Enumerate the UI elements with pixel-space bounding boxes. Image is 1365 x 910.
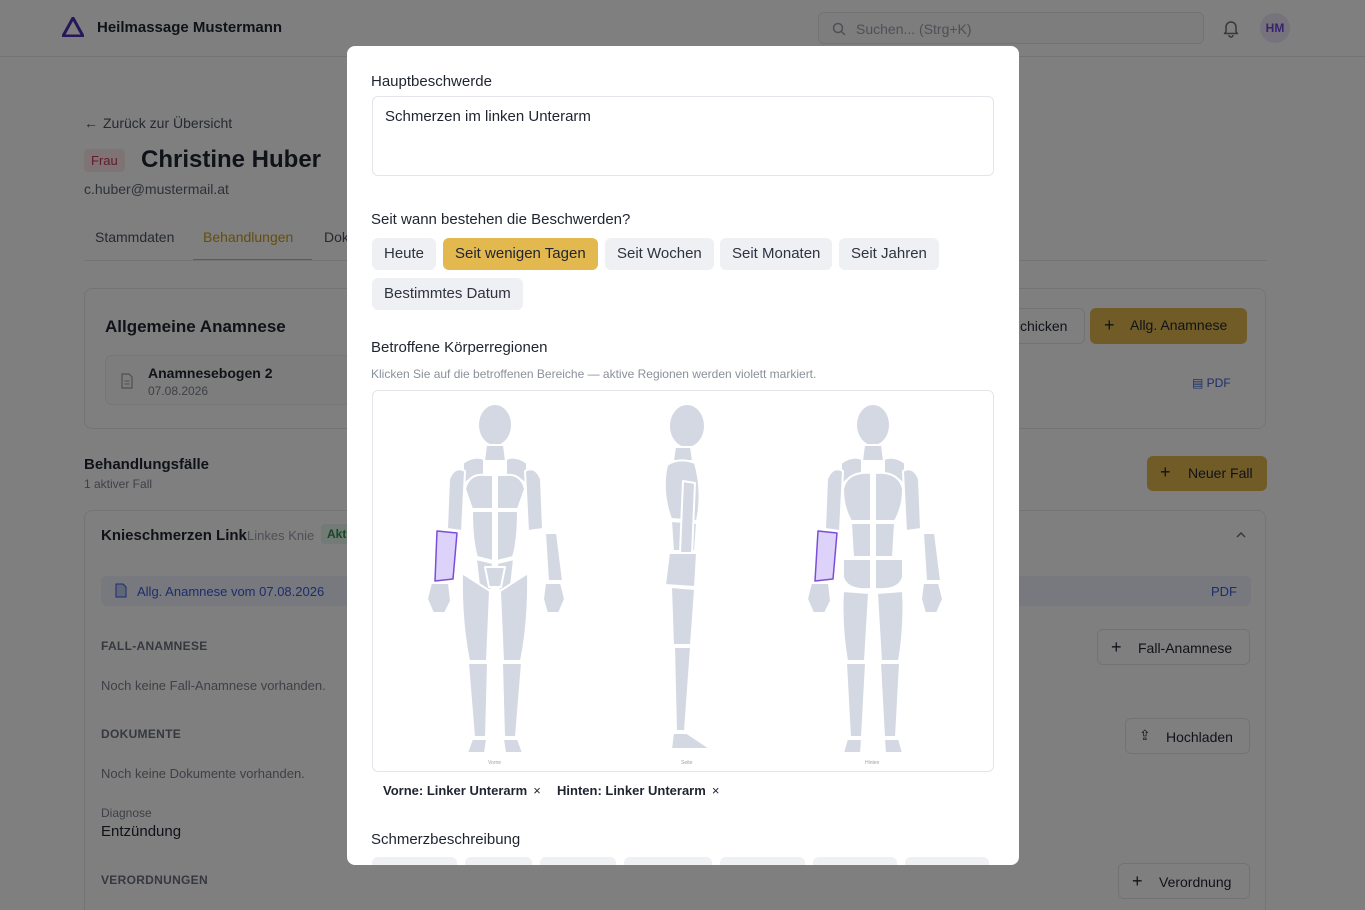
back-head[interactable] bbox=[855, 403, 891, 447]
pain-option-chip[interactable] bbox=[720, 857, 805, 865]
front-head[interactable] bbox=[477, 403, 513, 447]
since-label: Seit wann bestehen die Beschwerden? bbox=[371, 211, 631, 228]
regions-label: Betroffene Körperregionen bbox=[371, 339, 548, 356]
side-foot[interactable] bbox=[670, 732, 712, 750]
pain-option-chip[interactable] bbox=[905, 857, 989, 865]
body-map-canvas bbox=[426, 403, 944, 754]
since-option-monaten[interactable]: Seit Monaten bbox=[720, 238, 833, 270]
since-option-wenige-tage[interactable]: Seit wenigen Tagen bbox=[443, 238, 598, 270]
front-abdomen-right[interactable] bbox=[496, 510, 519, 562]
view-caption-back: Hinten bbox=[865, 760, 880, 766]
selected-region-tag: Hinten: Linker Unterarm × bbox=[557, 783, 720, 798]
back-right-forearm[interactable] bbox=[922, 532, 942, 582]
view-caption-side: Seite bbox=[681, 760, 693, 766]
pain-option-chip[interactable] bbox=[624, 857, 712, 865]
front-right-forearm[interactable] bbox=[544, 532, 564, 582]
front-chest-left[interactable] bbox=[464, 473, 494, 510]
pain-description-label: Schmerzbeschreibung bbox=[371, 831, 521, 848]
back-left-glute[interactable] bbox=[842, 558, 872, 591]
back-right-heel[interactable] bbox=[883, 738, 904, 754]
front-chest-right[interactable] bbox=[496, 473, 526, 510]
back-left-heel[interactable] bbox=[842, 738, 863, 754]
complaint-value: Schmerzen im linken Unterarm bbox=[385, 108, 591, 125]
back-right-thigh[interactable] bbox=[876, 590, 905, 662]
remove-region-icon[interactable]: × bbox=[533, 783, 541, 798]
body-side-view bbox=[663, 403, 712, 750]
anamnesis-modal: Hauptbeschwerde Schmerzen im linken Unte… bbox=[347, 46, 1019, 865]
side-neck[interactable] bbox=[672, 446, 694, 462]
back-left-calf[interactable] bbox=[845, 662, 867, 738]
front-groin[interactable] bbox=[484, 566, 506, 588]
front-right-foot[interactable] bbox=[502, 738, 524, 754]
pain-option-chip[interactable] bbox=[372, 857, 457, 865]
complaint-label: Hauptbeschwerde bbox=[371, 73, 492, 90]
since-option-heute[interactable]: Heute bbox=[372, 238, 437, 270]
side-thigh[interactable] bbox=[670, 586, 696, 646]
front-abdomen-left[interactable] bbox=[471, 510, 494, 562]
pain-option-chip[interactable] bbox=[540, 857, 616, 865]
back-left-thigh[interactable] bbox=[841, 590, 870, 662]
front-right-upper-arm[interactable] bbox=[524, 468, 544, 532]
regions-hint: Klicken Sie auf die betroffenen Bereiche… bbox=[371, 367, 817, 381]
body-back-view bbox=[806, 403, 944, 754]
back-right-upper-arm[interactable] bbox=[902, 468, 922, 532]
back-right-calf[interactable] bbox=[879, 662, 901, 738]
pain-option-chip[interactable] bbox=[465, 857, 532, 865]
view-caption-front: Vorne bbox=[488, 760, 502, 766]
front-left-hand[interactable] bbox=[426, 582, 452, 614]
since-option-jahren[interactable]: Seit Jahren bbox=[839, 238, 939, 270]
body-map: Vorne Seite Hinten bbox=[372, 390, 994, 772]
front-left-foot[interactable] bbox=[466, 738, 488, 754]
back-neck[interactable] bbox=[861, 444, 885, 462]
selected-region-tag: Vorne: Linker Unterarm × bbox=[383, 783, 541, 798]
back-left-forearm-selected[interactable] bbox=[814, 530, 838, 582]
back-lower-right[interactable] bbox=[874, 522, 896, 558]
complaint-textarea[interactable]: Schmerzen im linken Unterarm bbox=[372, 96, 994, 176]
back-upper-left[interactable] bbox=[842, 471, 872, 522]
back-upper-right[interactable] bbox=[874, 471, 904, 522]
back-right-glute[interactable] bbox=[874, 558, 904, 591]
front-neck[interactable] bbox=[483, 444, 507, 462]
body-front-view bbox=[426, 403, 566, 754]
side-head[interactable] bbox=[668, 403, 706, 449]
front-left-forearm-selected[interactable] bbox=[434, 530, 458, 582]
back-lower-left[interactable] bbox=[850, 522, 872, 558]
side-hip[interactable] bbox=[664, 552, 698, 588]
remove-region-icon[interactable]: × bbox=[712, 783, 720, 798]
back-right-hand[interactable] bbox=[920, 582, 944, 614]
since-option-datum[interactable]: Bestimmtes Datum bbox=[372, 278, 523, 310]
front-right-shin[interactable] bbox=[501, 662, 523, 738]
front-left-upper-arm[interactable] bbox=[446, 468, 466, 532]
back-left-upper-arm[interactable] bbox=[824, 468, 844, 532]
back-left-hand[interactable] bbox=[806, 582, 832, 614]
since-option-wochen[interactable]: Seit Wochen bbox=[605, 238, 714, 270]
front-right-hand[interactable] bbox=[542, 582, 566, 614]
pain-option-chip[interactable] bbox=[813, 857, 897, 865]
side-shin[interactable] bbox=[673, 646, 692, 732]
front-left-shin[interactable] bbox=[467, 662, 489, 738]
